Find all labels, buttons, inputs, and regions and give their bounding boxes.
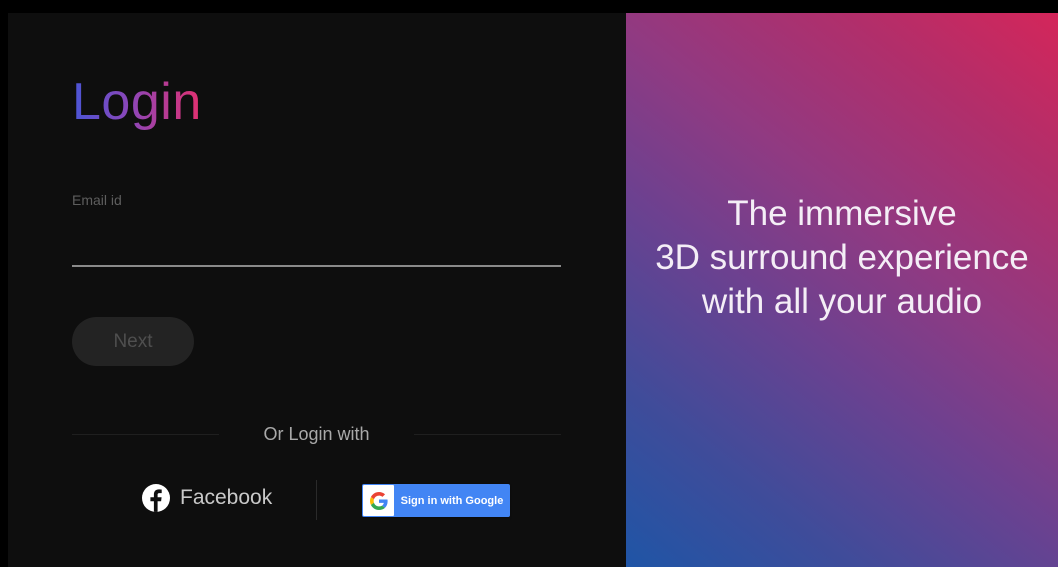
email-input[interactable] [72, 217, 561, 267]
login-panel: Login Email id Next Or Login with Facebo… [8, 13, 626, 567]
next-button[interactable]: Next [72, 317, 194, 366]
or-login-text: Or Login with [263, 423, 370, 444]
divider-line-left [72, 433, 220, 435]
hero-panel: The immersive 3D surround experience wit… [626, 13, 1058, 567]
hero-line-3: with all your audio [701, 282, 983, 321]
facebook-icon [142, 484, 170, 512]
or-login-divider: Or Login with [72, 423, 561, 445]
google-signin-label: Sign in with Google [400, 494, 504, 507]
hero-line-2: 3D surround experience [655, 238, 1029, 277]
page-title: Login [72, 73, 202, 131]
facebook-label: Facebook [180, 486, 273, 509]
social-separator [316, 480, 317, 520]
google-icon [363, 485, 394, 516]
facebook-login-button[interactable]: Facebook [142, 482, 272, 514]
divider-line-right [413, 433, 561, 435]
hero-line-1: The immersive [727, 194, 957, 233]
hero-tagline: The immersive 3D surround experience wit… [655, 192, 1029, 324]
email-label: Email id [72, 192, 122, 208]
google-signin-button[interactable]: Sign in with Google [362, 484, 510, 517]
login-screen: Login Email id Next Or Login with Facebo… [8, 13, 1058, 567]
